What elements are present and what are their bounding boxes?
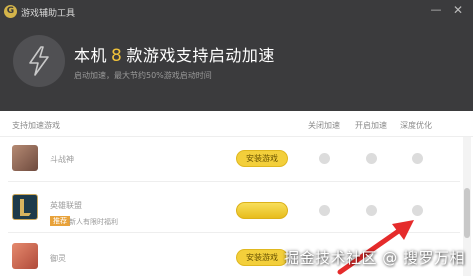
title-bar: G 游戏辅助工具 — ✕ — [0, 0, 473, 26]
column-header-deep: 深度优化 — [400, 121, 432, 130]
game-row-douzhanshen: 斗战神 安装游戏 — [0, 137, 462, 181]
column-header-disable: 关闭加速 — [308, 121, 340, 130]
recommend-tag: 推荐 — [50, 216, 70, 226]
headline-suffix: 款游戏支持启动加速 — [126, 46, 275, 65]
watermark: 掘金技术社区 @ 搜罗万相 — [284, 249, 466, 267]
league-of-legends-game-icon — [12, 194, 38, 220]
column-header-game: 支持加速游戏 — [12, 121, 60, 130]
game-name: 斗战神 — [50, 155, 74, 164]
game-count: 8 — [111, 46, 123, 66]
game-name: 英雄联盟 — [50, 201, 82, 210]
deep-optimize-radio[interactable] — [412, 153, 423, 164]
yuling-game-icon — [12, 243, 38, 269]
deep-optimize-radio[interactable] — [412, 205, 423, 216]
window-title: 游戏辅助工具 — [21, 9, 76, 19]
disable-accel-radio[interactable] — [319, 153, 330, 164]
enable-accel-radio[interactable] — [366, 153, 377, 164]
close-button[interactable]: ✕ — [450, 2, 466, 18]
headline-prefix: 本机 — [74, 46, 108, 65]
enable-accel-radio[interactable] — [366, 205, 377, 216]
install-game-button[interactable] — [236, 202, 288, 219]
disable-accel-radio[interactable] — [319, 205, 330, 216]
tag-note: 新人有限时福利 — [69, 218, 118, 226]
install-game-button[interactable]: 安装游戏 — [236, 249, 288, 266]
install-game-button[interactable]: 安装游戏 — [236, 150, 288, 167]
banner-subtitle: 启动加速，最大节约50%游戏启动时间 — [74, 71, 212, 80]
column-header-enable: 开启加速 — [355, 121, 387, 130]
scrollbar-thumb[interactable] — [464, 188, 470, 238]
lightning-bolt-icon — [13, 35, 65, 87]
headline: 本机 8 款游戏支持启动加速 — [74, 42, 275, 66]
game-name: 御灵 — [50, 254, 66, 263]
header-banner: G 游戏辅助工具 — ✕ 本机 8 款游戏支持启动加速 启动加速，最大节约50%游戏… — [0, 0, 473, 111]
douzhanshen-game-icon — [12, 145, 38, 171]
app-logo-icon: G — [4, 5, 17, 18]
minimize-button[interactable]: — — [428, 2, 444, 18]
